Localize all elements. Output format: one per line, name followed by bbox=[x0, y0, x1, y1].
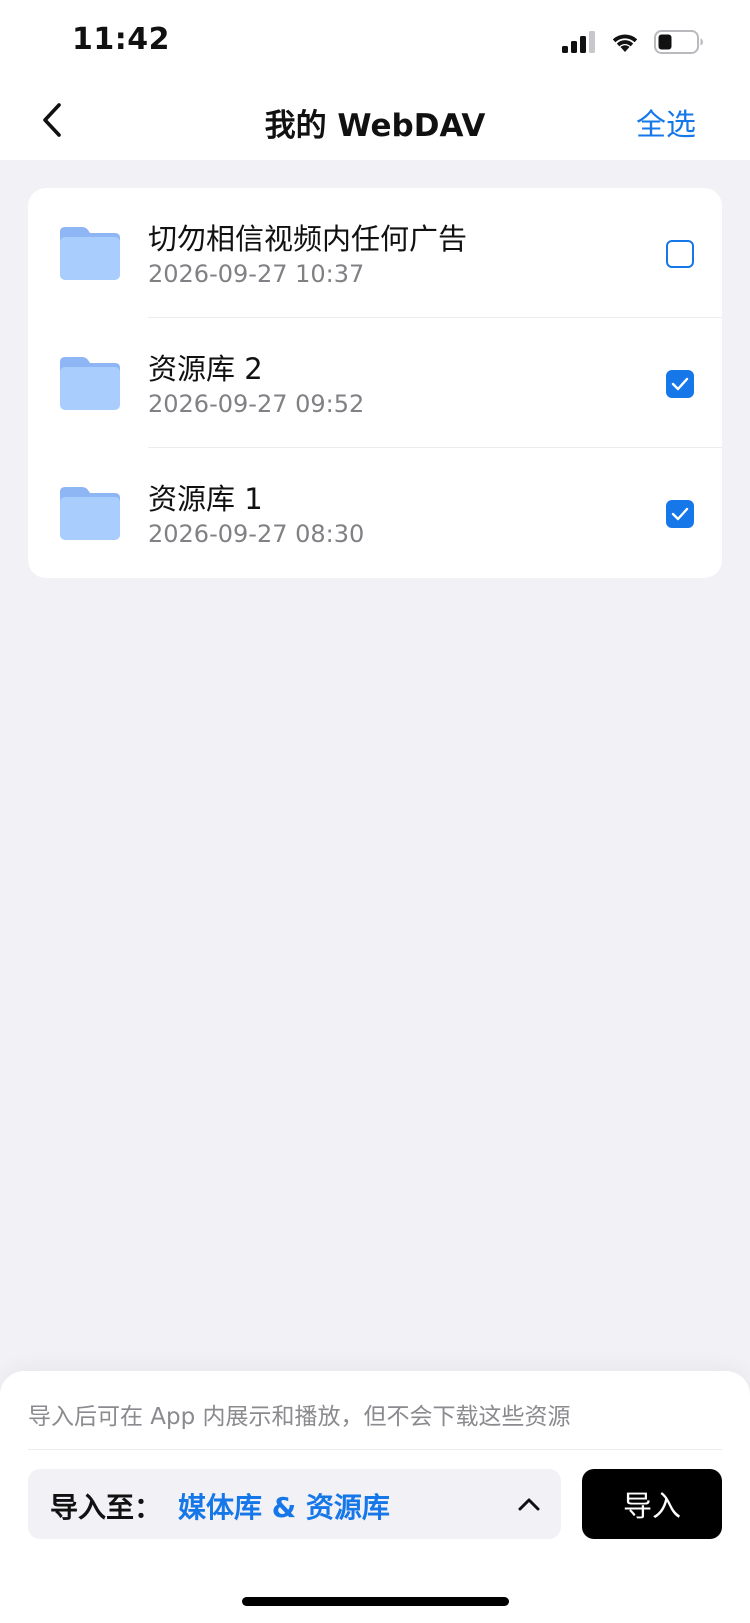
item-name: 资源库 2 bbox=[148, 352, 263, 386]
destination-value: 媒体库 & 资源库 bbox=[178, 1491, 390, 1524]
folder-icon bbox=[60, 227, 120, 280]
list-item[interactable]: 切勿相信视频内任何广告 2026-09-27 10:37 bbox=[28, 188, 722, 318]
home-indicator bbox=[242, 1597, 509, 1606]
folder-list: 切勿相信视频内任何广告 2026-09-27 10:37 资源库 2 2026-… bbox=[28, 188, 722, 578]
destination-label: 导入至： bbox=[50, 1491, 163, 1524]
list-item[interactable]: 资源库 2 2026-09-27 09:52 bbox=[28, 318, 722, 448]
screen: 11:42 我的 WebDAV 全选 切勿相信视频内任何广告 2026-09-2… bbox=[0, 0, 750, 1623]
item-checkbox[interactable] bbox=[666, 240, 694, 268]
status-icons bbox=[562, 28, 704, 56]
signal-icon bbox=[562, 31, 595, 53]
list-item[interactable]: 资源库 1 2026-09-27 08:30 bbox=[28, 448, 722, 578]
folder-icon bbox=[60, 357, 120, 410]
checkmark-icon bbox=[671, 377, 689, 391]
destination-selector[interactable]: 导入至： 媒体库 & 资源库 bbox=[28, 1469, 561, 1539]
folder-icon bbox=[60, 487, 120, 540]
import-sheet: 导入后可在 App 内展示和播放，但不会下载这些资源 导入至： 媒体库 & 资源… bbox=[0, 1371, 750, 1623]
import-button[interactable]: 导入 bbox=[582, 1469, 722, 1539]
status-bar: 11:42 bbox=[0, 0, 750, 82]
item-name: 资源库 1 bbox=[148, 482, 263, 516]
item-date: 2026-09-27 10:37 bbox=[148, 260, 365, 288]
battery-icon bbox=[654, 30, 703, 54]
wifi-icon bbox=[612, 34, 638, 52]
item-checkbox[interactable] bbox=[666, 370, 694, 398]
status-time: 11:42 bbox=[72, 22, 170, 57]
import-hint: 导入后可在 App 内展示和播放，但不会下载这些资源 bbox=[28, 1404, 571, 1430]
item-name: 切勿相信视频内任何广告 bbox=[148, 222, 468, 256]
checkmark-icon bbox=[671, 507, 689, 521]
item-date: 2026-09-27 09:52 bbox=[148, 390, 365, 418]
item-checkbox[interactable] bbox=[666, 500, 694, 528]
nav-bar: 我的 WebDAV 全选 bbox=[0, 82, 750, 160]
select-all-button[interactable]: 全选 bbox=[636, 100, 696, 144]
divider bbox=[28, 1449, 722, 1450]
item-date: 2026-09-27 08:30 bbox=[148, 520, 365, 548]
chevron-up-icon bbox=[518, 1498, 540, 1511]
